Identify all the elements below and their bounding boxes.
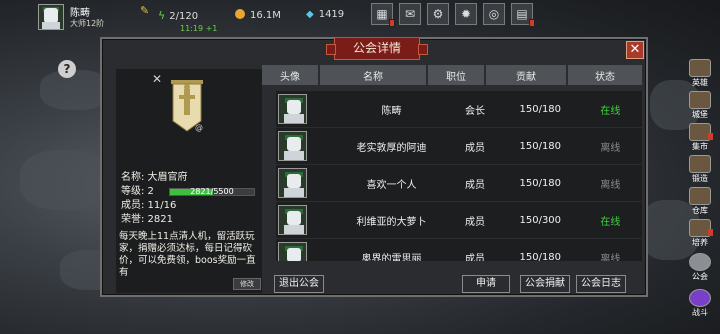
member-name: 老实敦厚的阿迪 [356, 142, 427, 154]
forge-icon [689, 155, 711, 173]
header-position: 职位 [428, 65, 486, 85]
member-status: 离线 [600, 142, 621, 154]
top-status-bar: 陈畴 大师12阶 ✎ ϟ 2/120 11:19 +1 16.1M ◆ 1419 ▦… [0, 0, 720, 36]
member-position: 成员 [465, 253, 485, 262]
member-position: 成员 [465, 216, 485, 228]
sidebar-item-castle[interactable]: 城堡 [685, 90, 715, 120]
emblem-badge: @ [195, 123, 203, 132]
table-header: 头像 名称 职位 贡献 状态 [262, 65, 642, 85]
sidebar-label: 培养 [692, 238, 708, 247]
member-position: 会长 [465, 105, 485, 117]
member-name: 陈畴 [381, 105, 402, 117]
energy-value: 2/120 [169, 11, 199, 22]
member-name: 利维亚的大萝卜 [356, 216, 427, 228]
member-position: 成员 [465, 142, 485, 154]
leave-guild-button[interactable]: 退出公会 [274, 275, 324, 293]
energy-counter: ϟ 2/120 [158, 9, 198, 22]
sidebar-label: 仓库 [692, 206, 708, 215]
gear-icon[interactable]: ✹ [455, 3, 477, 25]
gem-icon: ◆ [306, 9, 314, 20]
guild-name: 名称: 大眉官府 [121, 172, 188, 183]
member-position: 成员 [465, 179, 485, 191]
member-avatar[interactable] [278, 94, 307, 124]
modal-title: 公会详情 [326, 38, 428, 60]
sidebar-item-train[interactable]: 培养 [685, 218, 715, 248]
edit-icon[interactable]: ✎ [140, 4, 149, 17]
sidebar-item-forge[interactable]: 锻造 [685, 154, 715, 184]
guild-level: 等级: 2 [121, 186, 154, 197]
guild-details-modal: 公会详情 ✕ ✕ @ 名称: 大眉官府 等级: 2 2821/5500 成员: … [100, 37, 648, 297]
guild-info-panel: ✕ @ 名称: 大眉官府 等级: 2 2821/5500 成员: 11/16 荣… [116, 69, 262, 293]
table-row[interactable]: 喜欢一个人 成员 150/180 离线 [276, 165, 642, 201]
player-title: 大师12阶 [70, 19, 105, 28]
table-row[interactable]: 利维亚的大萝卜 成员 150/300 在线 [276, 202, 642, 238]
sidebar-label: 集市 [692, 142, 708, 151]
hero-icon [689, 59, 711, 77]
sidebar-item-warehouse[interactable]: 仓库 [685, 186, 715, 216]
guild-donate-button[interactable]: 公会捐献 [520, 275, 570, 293]
mail-icon[interactable]: ✉ [399, 3, 421, 25]
member-status: 离线 [600, 179, 621, 191]
player-name: 陈畴 [70, 8, 90, 19]
sidebar-label: 战斗 [692, 308, 708, 317]
coin-icon [235, 9, 245, 19]
member-contribution: 150/180 [519, 251, 562, 262]
member-contribution: 150/300 [519, 214, 562, 226]
gem-counter: ◆ 1419 [306, 9, 344, 20]
sidebar-label: 英雄 [692, 78, 708, 87]
member-avatar[interactable] [278, 131, 307, 161]
header-name: 名称 [320, 65, 428, 85]
sidebar-label: 公会 [692, 272, 708, 281]
edit-notice-button[interactable]: 修改 [233, 278, 261, 290]
member-table: 头像 名称 职位 贡献 状态 陈畴 会长 150/180 在线 老实敦厚的阿迪 … [262, 65, 644, 261]
quest-icon[interactable]: ▤ [511, 3, 535, 27]
member-contribution: 150/180 [519, 103, 562, 115]
sidebar-item-market[interactable]: 集市 [685, 122, 715, 152]
shop-icon[interactable]: ▦ [371, 3, 395, 27]
guild-log-button[interactable]: 公会日志 [576, 275, 626, 293]
battle-icon [689, 289, 711, 307]
guild-honor: 荣誉: 2821 [121, 214, 173, 225]
member-contribution: 150/180 [519, 140, 562, 152]
member-status: 在线 [600, 216, 621, 228]
settings-pipe-icon[interactable]: ⚙ [427, 3, 449, 25]
sidebar-label: 锻造 [692, 174, 708, 183]
level-progress-text: 2821/5500 [190, 187, 234, 196]
sidebar-item-hero[interactable]: 英雄 [685, 58, 715, 88]
energy-timer: 11:19 +1 [180, 24, 218, 33]
member-avatar[interactable] [278, 242, 307, 261]
member-rows: 陈畴 会长 150/180 在线 老实敦厚的阿迪 成员 150/180 离线 喜… [276, 91, 642, 261]
member-contribution: 150/180 [519, 177, 562, 189]
help-icon[interactable]: ? [58, 60, 76, 78]
close-icon[interactable]: ✕ [152, 72, 162, 86]
gold-value: 16.1M [250, 10, 281, 21]
close-button[interactable]: ✕ [626, 41, 644, 59]
sidebar-item-guild[interactable]: 公会 [685, 252, 715, 282]
member-avatar[interactable] [278, 205, 307, 235]
header-status: 状态 [568, 65, 642, 85]
header-contribution: 贡献 [486, 65, 568, 85]
member-name: 奥界的雷思丽 [361, 253, 422, 262]
warehouse-icon [689, 187, 711, 205]
member-status: 离线 [600, 253, 621, 262]
member-avatar[interactable] [278, 168, 307, 198]
gold-counter: 16.1M [235, 9, 281, 21]
table-row[interactable]: 陈畴 会长 150/180 在线 [276, 91, 642, 127]
sidebar-label: 城堡 [692, 110, 708, 119]
guild-icon [689, 253, 711, 271]
guild-members: 成员: 11/16 [121, 200, 177, 211]
sidebar-item-battle[interactable]: 战斗 [685, 288, 715, 318]
member-name: 喜欢一个人 [366, 179, 417, 191]
gem-value: 1419 [318, 9, 345, 20]
table-row[interactable]: 老实敦厚的阿迪 成员 150/180 离线 [276, 128, 642, 164]
table-row[interactable]: 奥界的雷思丽 成员 150/180 离线 [276, 239, 642, 261]
header-avatar: 头像 [262, 65, 320, 85]
castle-icon [689, 91, 711, 109]
palette-icon[interactable]: ◎ [483, 3, 505, 25]
lightning-icon: ϟ [158, 9, 166, 22]
member-status: 在线 [600, 105, 621, 117]
player-avatar[interactable] [38, 4, 64, 30]
guild-notice: 每天晚上11点清人机，留活跃玩家，捐赠必须达标，每日记得砍价，可以免费领，boo… [119, 231, 256, 278]
apply-button[interactable]: 申请 [462, 275, 510, 293]
